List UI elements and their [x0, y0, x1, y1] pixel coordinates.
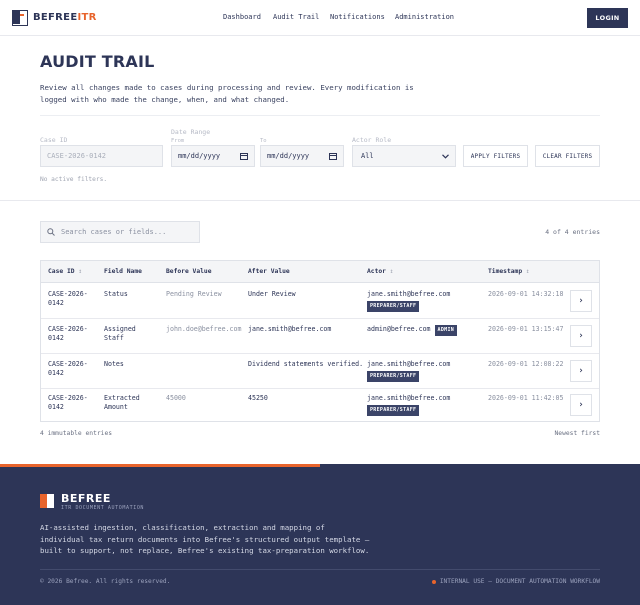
- col-field-name: Field Name: [104, 268, 142, 275]
- calendar-icon[interactable]: [329, 152, 337, 160]
- before-value-cell: Pending Review: [166, 290, 222, 298]
- footer-logo-icon: [40, 494, 54, 508]
- internal-use-note: INTERNAL USE — DOCUMENT AUTOMATION WORKF…: [431, 578, 600, 585]
- role-badge: PREPARER/STAFF: [367, 371, 420, 382]
- status-dot-icon: [431, 579, 436, 584]
- case-id-cell: CASE-2026- 0142: [48, 325, 88, 342]
- case-id-cell: CASE-2026- 0142: [48, 360, 88, 377]
- role-badge: PREPARER/STAFF: [367, 301, 420, 312]
- table-row: CASE-2026- 0142 Status Pending Review Und…: [41, 284, 599, 319]
- view-entry-button[interactable]: ›: [570, 360, 592, 382]
- footer-brand-subtitle: ITR DOCUMENT AUTOMATION: [61, 505, 145, 511]
- case-id-label: Case ID: [40, 136, 68, 144]
- col-after-value: After Value: [248, 268, 290, 275]
- logo-text[interactable]: BEFREEITR: [33, 12, 97, 23]
- col-before-value: Before Value: [166, 268, 212, 275]
- from-date-value: mm/dd/yyyy: [178, 152, 221, 160]
- from-date-input[interactable]: mm/dd/yyyy: [171, 145, 255, 167]
- sort-icon: ↕: [78, 268, 83, 275]
- top-header: BEFREEITR Dashboard Audit Trail Notifica…: [0, 0, 640, 36]
- field-name-cell: Status: [104, 290, 128, 298]
- copyright-text: © 2026 Befree. All rights reserved.: [40, 578, 171, 585]
- search-input[interactable]: Search cases or fields...: [40, 221, 200, 243]
- after-value-cell: 45250: [248, 394, 268, 402]
- table-row: CASE-2026- 0142 Assigned Staff john.doe@be…: [41, 319, 599, 354]
- search-icon: [47, 228, 55, 236]
- calendar-icon[interactable]: [240, 152, 248, 160]
- actor-role-value: All: [361, 152, 374, 160]
- role-badge: ADMIN: [434, 325, 458, 336]
- case-id-input[interactable]: CASE-2026-0142: [40, 145, 163, 167]
- after-value-cell: jane.smith@befree.com: [248, 325, 332, 333]
- chevron-right-icon: ›: [578, 331, 584, 341]
- case-id-cell: CASE-2026- 0142: [48, 290, 88, 307]
- view-entry-button[interactable]: ›: [570, 290, 592, 312]
- timestamp-cell: 2026-09-01 12:08:22: [488, 360, 564, 368]
- table-header: Case ID ↕ Field Name Before Value After …: [41, 261, 599, 283]
- divider: [40, 115, 600, 116]
- timestamp-cell: 2026-09-01 13:15:47: [488, 325, 564, 333]
- field-name-cell: Assigned Staff: [104, 325, 136, 342]
- search-placeholder: Search cases or fields...: [61, 228, 167, 236]
- view-entry-button[interactable]: ›: [570, 325, 592, 347]
- to-date-input[interactable]: mm/dd/yyyy: [260, 145, 344, 167]
- timestamp-cell: 2026-09-01 14:32:18: [488, 290, 564, 298]
- after-value-cell: Under Review: [248, 290, 296, 298]
- view-entry-button[interactable]: ›: [570, 394, 592, 416]
- actor-cell: admin@befree.com ADMIN: [367, 325, 458, 336]
- divider: [0, 200, 640, 201]
- site-footer: BEFREE ITR DOCUMENT AUTOMATION AI-assist…: [0, 464, 640, 605]
- page-title: AUDIT TRAIL: [40, 52, 155, 71]
- nav-notifications[interactable]: Notifications: [330, 13, 385, 21]
- clear-filters-button[interactable]: CLEAR FILTERS: [535, 145, 600, 167]
- nav-dashboard[interactable]: Dashboard: [223, 13, 261, 21]
- immutable-count: 4 immutable entries: [40, 430, 113, 437]
- apply-filters-button[interactable]: APPLY FILTERS: [463, 145, 528, 167]
- date-range-label: Date Range: [171, 128, 211, 136]
- actor-cell: jane.smith@befree.com PREPARER/STAFF: [367, 394, 450, 416]
- sort-order-label: Newest first: [554, 430, 601, 437]
- to-label: To: [260, 138, 267, 144]
- chevron-right-icon: ›: [578, 366, 584, 376]
- to-date-value: mm/dd/yyyy: [267, 152, 310, 160]
- logo-icon: [12, 10, 28, 26]
- col-actor[interactable]: Actor ↕: [367, 268, 394, 275]
- table-row: CASE-2026- 0142 Extracted Amount 45000 452…: [41, 389, 599, 424]
- actor-cell: jane.smith@befree.com PREPARER/STAFF: [367, 290, 450, 312]
- chevron-right-icon: ›: [578, 296, 584, 306]
- field-name-cell: Notes: [104, 360, 124, 368]
- from-label: From: [171, 138, 185, 144]
- login-button[interactable]: LOGIN: [587, 8, 628, 28]
- page-description: Review all changes made to cases during …: [40, 83, 414, 104]
- actor-role-select[interactable]: All: [352, 145, 456, 167]
- before-value-cell: john.doe@befree.com: [166, 325, 242, 333]
- case-id-cell: CASE-2026- 0142: [48, 394, 88, 411]
- chevron-right-icon: ›: [578, 400, 584, 410]
- entry-count: 4 of 4 entries: [545, 228, 600, 236]
- col-case-id[interactable]: Case ID ↕: [48, 268, 82, 275]
- actor-role-label: Actor Role: [352, 136, 392, 144]
- actor-cell: jane.smith@befree.com PREPARER/STAFF: [367, 360, 450, 382]
- timestamp-cell: 2026-09-01 11:42:05: [488, 394, 564, 402]
- footer-description: AI-assisted ingestion, classification, e…: [40, 523, 370, 555]
- field-name-cell: Extracted Amount: [104, 394, 140, 411]
- chevron-down-icon: [442, 153, 449, 159]
- role-badge: PREPARER/STAFF: [367, 405, 420, 416]
- sort-icon: ↕: [525, 268, 530, 275]
- filter-status: No active filters.: [40, 176, 108, 183]
- col-timestamp[interactable]: Timestamp ↕: [488, 268, 530, 275]
- nav-administration[interactable]: Administration: [395, 13, 454, 21]
- nav-audit-trail[interactable]: Audit Trail: [273, 13, 319, 21]
- footer-brand-name: BEFREE: [61, 492, 111, 505]
- sort-icon: ↕: [389, 268, 394, 275]
- footer-divider: [40, 569, 600, 570]
- audit-table: Case ID ↕ Field Name Before Value After …: [40, 260, 600, 422]
- footer-accent-bar: [0, 464, 320, 467]
- before-value-cell: 45000: [166, 394, 186, 402]
- after-value-cell: Dividend statements verified.: [248, 360, 364, 368]
- table-row: CASE-2026- 0142 Notes Dividend statements…: [41, 354, 599, 389]
